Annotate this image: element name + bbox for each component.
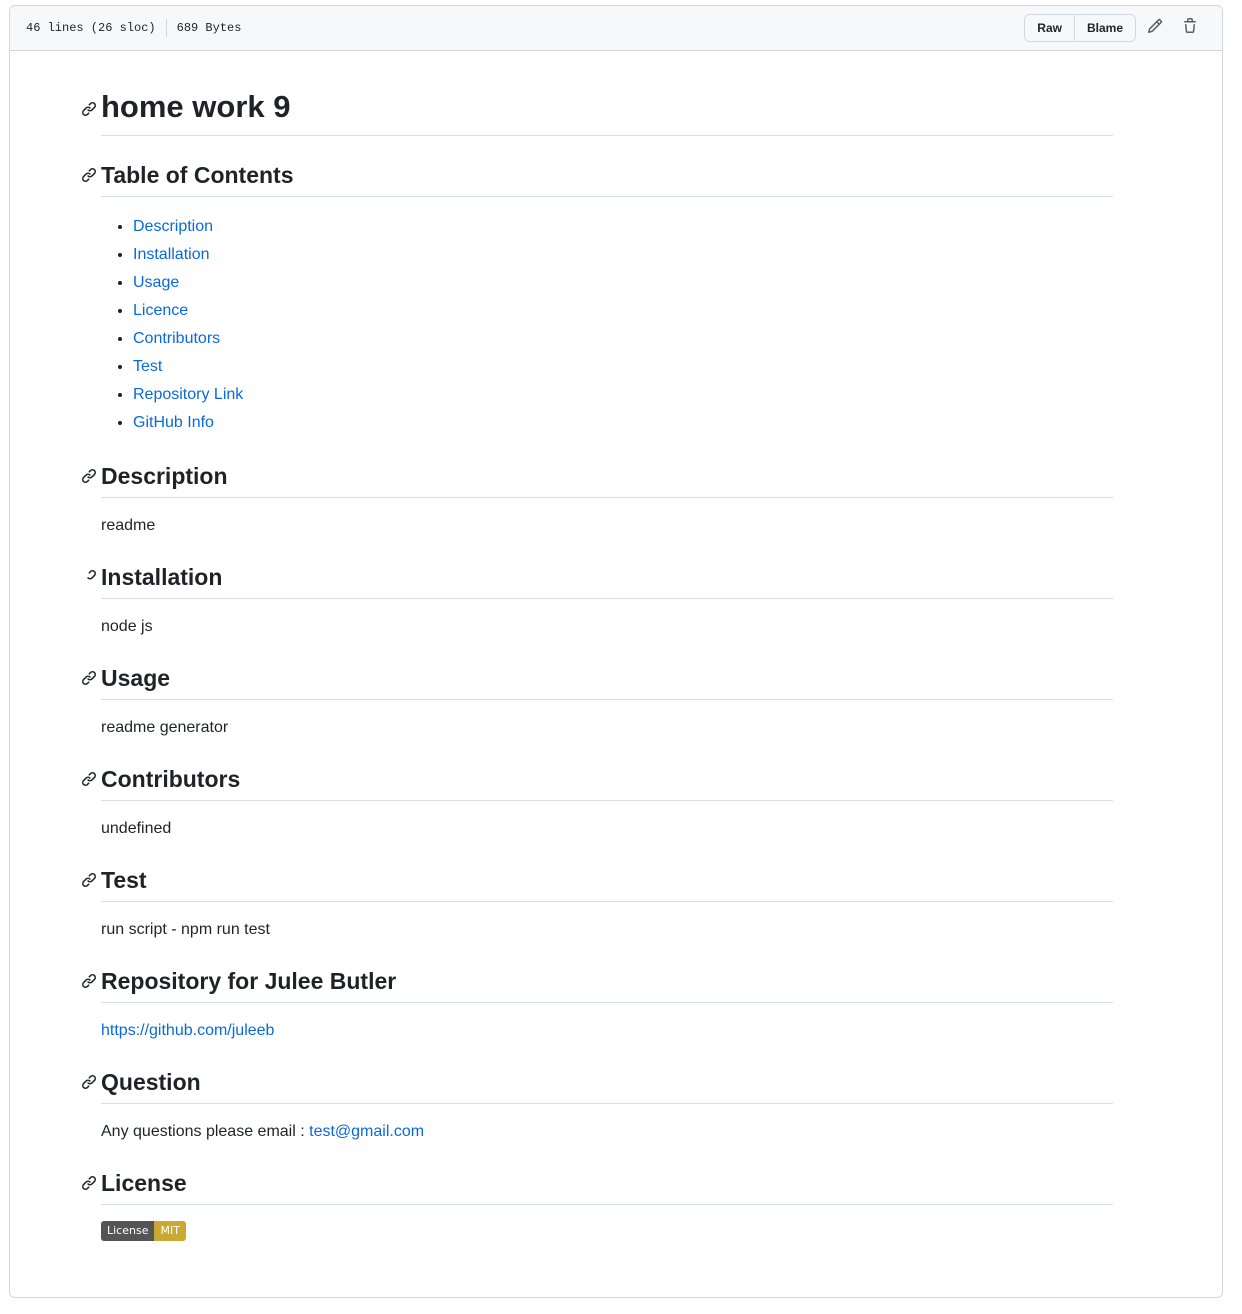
email-link[interactable]: test@gmail.com (309, 1123, 424, 1140)
toc-link-description[interactable]: Description (133, 218, 213, 235)
section-question: Question Any questions please email : te… (81, 1067, 1113, 1144)
badge-label: License (101, 1221, 155, 1241)
toc-link-contributors[interactable]: Contributors (133, 330, 220, 347)
toc-link-installation[interactable]: Installation (133, 246, 210, 263)
section-usage: Usage readme generator (81, 663, 1113, 740)
section-text: readme generator (101, 719, 229, 736)
list-item: Usage (133, 269, 1113, 297)
section-heading: Contributors (81, 764, 1113, 801)
list-item: GitHub Info (133, 409, 1113, 437)
section-text: run script - npm run test (101, 921, 270, 938)
readme-content: home work 9 Table of Contents Descriptio… (81, 45, 1113, 1241)
link-icon[interactable] (81, 569, 97, 585)
section-repository: Repository for Julee Butler https://gith… (81, 966, 1113, 1043)
readme-title: home work 9 (81, 45, 1113, 136)
section-heading: Description (81, 461, 1113, 498)
question-text: Any questions please email : (101, 1123, 310, 1140)
toc-list: Description Installation Usage Licence C… (101, 213, 1113, 437)
section-installation: Installation node js (84, 562, 1113, 639)
file-actions: Raw Blame (1024, 14, 1206, 42)
link-icon[interactable] (81, 872, 97, 888)
toc-link-github-info[interactable]: GitHub Info (133, 414, 214, 431)
section-heading: Usage (81, 663, 1113, 700)
raw-button[interactable]: Raw (1025, 15, 1074, 41)
link-icon[interactable] (81, 468, 97, 484)
section-text: Any questions please email : test@gmail.… (101, 1120, 1113, 1144)
list-item: Test (133, 353, 1113, 381)
list-item: Contributors (133, 325, 1113, 353)
trash-icon (1182, 17, 1198, 39)
badge-value: MIT (154, 1221, 186, 1241)
section-heading: Test (81, 865, 1113, 902)
toc-link-test[interactable]: Test (133, 358, 162, 375)
section-text: undefined (101, 820, 172, 837)
section-heading: Question (81, 1067, 1113, 1104)
license-badge[interactable]: License MIT (101, 1221, 186, 1241)
list-item: Licence (133, 297, 1113, 325)
section-test: Test run script - npm run test (81, 865, 1113, 942)
section-text: readme (101, 517, 156, 534)
raw-blame-group: Raw Blame (1024, 14, 1136, 42)
divider (165, 19, 167, 37)
section-text: node js (101, 618, 153, 635)
toc-heading: Table of Contents (81, 160, 1113, 197)
toc-link-usage[interactable]: Usage (133, 274, 179, 291)
link-icon[interactable] (81, 1175, 97, 1191)
delete-button[interactable] (1174, 14, 1206, 42)
link-icon[interactable] (81, 101, 97, 117)
section-description: Description readme (81, 461, 1113, 538)
list-item: Repository Link (133, 381, 1113, 409)
section-heading: Installation (84, 562, 1113, 599)
section-heading: Repository for Julee Butler (81, 966, 1113, 1003)
link-icon[interactable] (81, 771, 97, 787)
section-text: https://github.com/juleeb (101, 1019, 1113, 1043)
link-icon[interactable] (81, 973, 97, 989)
link-icon[interactable] (81, 670, 97, 686)
toc-link-repository[interactable]: Repository Link (133, 386, 243, 403)
toc-link-licence[interactable]: Licence (133, 302, 188, 319)
line-count: 46 lines (26 sloc) (26, 21, 156, 35)
edit-button[interactable] (1139, 14, 1171, 42)
list-item: Description (133, 213, 1113, 241)
list-item: Installation (133, 241, 1113, 269)
blame-button[interactable]: Blame (1073, 15, 1135, 41)
file-size: 689 Bytes (176, 21, 242, 35)
pencil-icon (1147, 18, 1163, 39)
file-info: 46 lines (26 sloc) 689 Bytes (26, 19, 241, 37)
section-license: License License MIT (81, 1168, 1113, 1241)
section-contributors: Contributors undefined (81, 764, 1113, 841)
section-heading: License (81, 1168, 1113, 1205)
repository-link[interactable]: https://github.com/juleeb (101, 1022, 274, 1039)
link-icon[interactable] (81, 1074, 97, 1090)
link-icon[interactable] (81, 167, 97, 183)
